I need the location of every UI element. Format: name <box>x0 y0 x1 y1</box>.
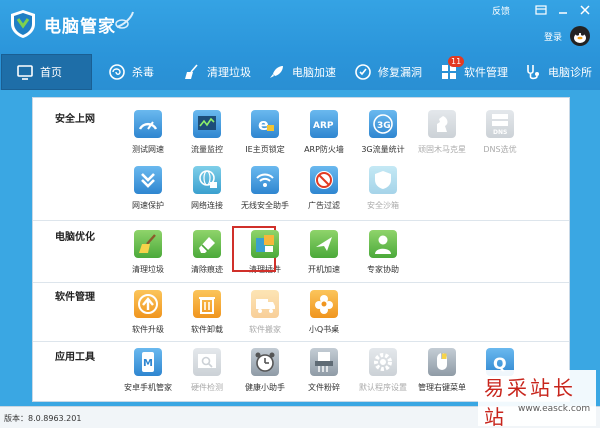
tool-sandbox[interactable]: 安全沙箱 <box>348 166 418 222</box>
window-controls: 反馈 <box>492 3 594 17</box>
close-icon[interactable] <box>576 3 594 17</box>
alarm-clock-icon <box>251 348 279 376</box>
divider <box>33 220 569 221</box>
rocket-icon <box>270 66 283 78</box>
ie-lock-icon: e <box>251 110 279 138</box>
section-title-apps: 应用工具 <box>55 352 95 363</box>
tool-q-desk[interactable]: 小Q书桌 <box>289 290 359 346</box>
skin-icon[interactable] <box>532 3 550 17</box>
boot-speed-icon <box>310 230 338 258</box>
swoosh-logo-icon <box>115 11 134 29</box>
section-title-software: 软件管理 <box>55 292 95 303</box>
plugin-clean-icon <box>251 230 279 258</box>
feedback-link[interactable]: 反馈 <box>492 4 510 17</box>
sandbox-icon <box>369 166 397 194</box>
arp-text: ARP <box>313 121 334 131</box>
move-software-icon <box>251 290 279 318</box>
tab-speedup[interactable]: 电脑加速 <box>268 54 336 90</box>
3g-stats-icon: 3G <box>369 110 397 138</box>
tab-pc-clinic[interactable]: 电脑诊所 <box>524 54 592 90</box>
tab-fix-vulnerability[interactable]: 修复漏洞 <box>354 54 422 90</box>
monitor-icon <box>17 65 33 80</box>
tab-label: 电脑诊所 <box>548 66 592 79</box>
android-manager-icon: M <box>134 348 162 376</box>
tab-software-manager[interactable]: 11 软件管理 <box>440 54 508 90</box>
traffic-monitor-icon <box>193 110 221 138</box>
main-nav: 首页 杀毒 清理垃圾 电脑加速 修复漏洞 11 软件管理 电脑诊所 <box>0 54 600 90</box>
tool-dns[interactable]: DNS DNS选优 <box>465 110 535 166</box>
tab-antivirus[interactable]: 杀毒 <box>108 54 154 90</box>
tools-panel: 安全上网 测试网速 流量监控 e IE主页锁定 ARP ARP防火墙 3G 3G… <box>32 97 570 402</box>
arp-firewall-icon: ARP <box>310 110 338 138</box>
dns-text: DNS <box>493 129 507 136</box>
tab-clean-junk[interactable]: 清理垃圾 <box>183 54 251 90</box>
broom-icon <box>134 230 162 258</box>
network-connect-icon <box>193 166 221 194</box>
title-bar: 电脑管家 反馈 登录 <box>0 0 600 54</box>
divider <box>33 282 569 283</box>
tab-label: 软件管理 <box>464 66 508 79</box>
tab-label: 电脑加速 <box>292 66 336 79</box>
broom-icon <box>185 64 198 79</box>
mouse-icon <box>428 348 456 376</box>
shield-swirl-icon <box>109 64 125 80</box>
tool-label: 小Q书桌 <box>308 325 340 334</box>
tool-expert-assist[interactable]: 专家协助 <box>348 230 418 286</box>
3g-text: 3G <box>377 121 391 131</box>
trojan-killer-icon <box>428 110 456 138</box>
speed-test-icon <box>134 110 162 138</box>
tool-label: 专家协助 <box>367 265 399 274</box>
hardware-check-icon <box>193 348 221 376</box>
version-label: 版本：8.0.8963.201 <box>4 414 82 423</box>
gear-icon <box>369 348 397 376</box>
divider <box>33 341 569 342</box>
tab-label: 首页 <box>40 66 62 79</box>
watermark: 易采站长站 www.easck.com <box>478 370 596 428</box>
wifi-icon <box>251 166 279 194</box>
section-title-security: 安全上网 <box>55 114 95 125</box>
watermark-text: 易采站长站 <box>484 376 576 428</box>
ad-filter-icon <box>310 166 338 194</box>
tab-home[interactable]: 首页 <box>1 54 92 90</box>
dns-icon: DNS <box>486 110 514 138</box>
minimize-icon[interactable] <box>554 3 572 17</box>
update-count-badge: 11 <box>448 56 465 67</box>
watermark-url: www.easck.com <box>518 404 591 414</box>
avatar[interactable] <box>570 26 590 46</box>
q-desk-icon <box>310 290 338 318</box>
patch-icon <box>355 64 371 80</box>
uninstall-icon <box>193 290 221 318</box>
upgrade-icon <box>134 290 162 318</box>
speed-protect-icon <box>134 166 162 194</box>
tab-label: 修复漏洞 <box>378 66 422 79</box>
login-link[interactable]: 登录 <box>544 30 562 43</box>
tool-label: 安全沙箱 <box>367 201 399 210</box>
tab-label: 清理垃圾 <box>207 66 251 79</box>
app-title: 电脑管家 <box>44 17 116 37</box>
expert-icon <box>369 230 397 258</box>
tab-label: 杀毒 <box>132 66 154 79</box>
eraser-icon <box>193 230 221 258</box>
shredder-icon <box>310 348 338 376</box>
stethoscope-icon <box>527 65 539 80</box>
section-title-optimize: 电脑优化 <box>55 232 95 243</box>
tool-label: DNS选优 <box>483 145 517 154</box>
shield-logo-icon <box>11 10 35 38</box>
android-text: M <box>143 358 153 369</box>
svg-text:e: e <box>258 115 269 134</box>
